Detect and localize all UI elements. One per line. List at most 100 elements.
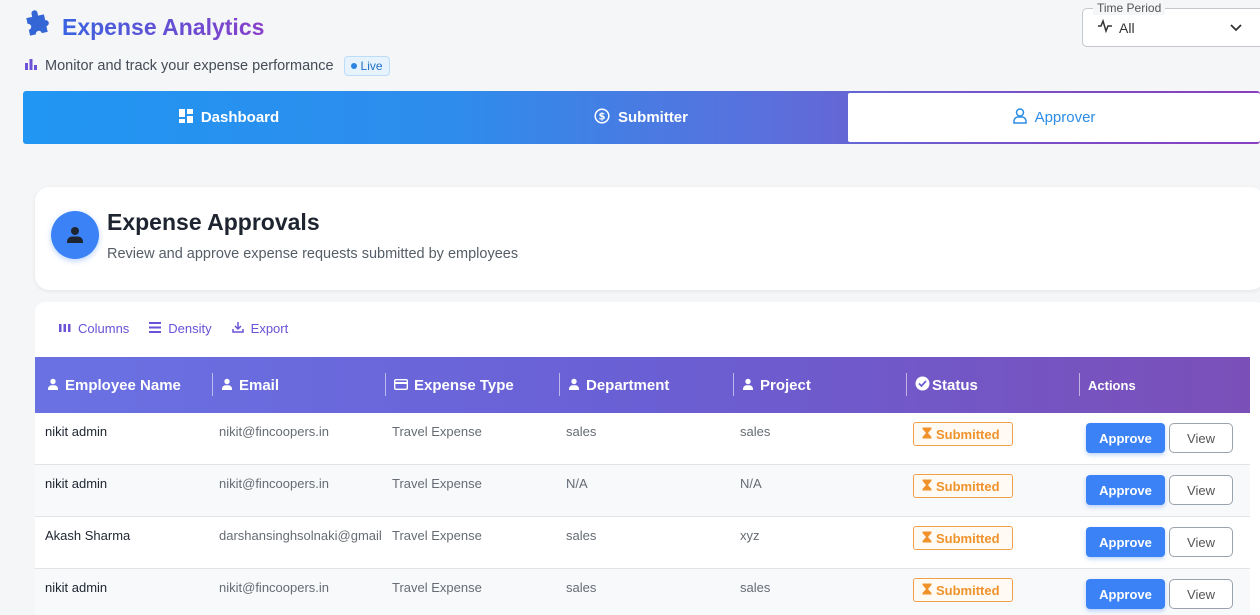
bar-chart-icon xyxy=(24,57,38,76)
cell-employee-name: nikit admin xyxy=(45,580,108,595)
tab-dashboard[interactable]: Dashboard xyxy=(23,91,435,144)
density-icon xyxy=(149,321,162,336)
check-circle-icon xyxy=(915,376,930,395)
column-separator xyxy=(733,373,734,396)
cell-employee-name: Akash Sharma xyxy=(45,528,131,543)
column-header-label: Actions xyxy=(1088,377,1136,393)
cell-email: nikit@fincoopers.in xyxy=(219,424,330,439)
column-header-actions: Actions xyxy=(1079,357,1136,413)
cell-email: darshansinghsolnaki@gmail.com xyxy=(219,528,383,543)
page-subtitle: Monitor and track your expense performan… xyxy=(45,58,334,74)
view-button[interactable]: View xyxy=(1169,475,1233,505)
puzzle-logo-icon xyxy=(22,10,52,45)
card-title: Expense Approvals xyxy=(107,209,320,235)
cell-department: sales xyxy=(566,424,597,439)
table-header: Employee Name Email Expense Type Departm… xyxy=(35,357,1250,413)
column-header-label: Department xyxy=(586,376,670,394)
cell-expense-type: Travel Expense xyxy=(392,528,482,543)
status-label: Submitted xyxy=(936,530,1000,546)
cell-project: xyz xyxy=(740,528,760,543)
approve-button[interactable]: Approve xyxy=(1086,527,1165,557)
columns-button[interactable]: Columns xyxy=(59,321,129,336)
column-separator xyxy=(1079,373,1080,396)
column-separator xyxy=(385,373,386,396)
column-header-project[interactable]: Project xyxy=(733,357,811,413)
column-header-label: Employee Name xyxy=(65,376,181,394)
status-label: Submitted xyxy=(936,582,1000,598)
download-icon xyxy=(231,321,244,336)
hourglass-icon xyxy=(922,583,932,598)
avatar xyxy=(51,211,99,259)
cell-department: sales xyxy=(566,580,597,595)
view-button[interactable]: View xyxy=(1169,423,1233,453)
column-header-email[interactable]: Email xyxy=(212,357,280,413)
dashboard-icon xyxy=(178,108,193,127)
tab-approver[interactable]: Approver xyxy=(848,93,1260,142)
hourglass-icon xyxy=(922,427,932,442)
view-button[interactable]: View xyxy=(1169,579,1233,609)
export-button[interactable]: Export xyxy=(231,321,289,336)
table-row[interactable]: nikit admin nikit@fincoopers.in Travel E… xyxy=(35,465,1250,517)
person-icon xyxy=(568,377,580,394)
approve-button[interactable]: Approve xyxy=(1086,423,1165,453)
column-header-status[interactable]: Status xyxy=(906,357,978,413)
activity-icon xyxy=(1097,18,1113,36)
svg-text:$: $ xyxy=(599,111,606,122)
cell-employee-name: nikit admin xyxy=(45,424,108,439)
cell-department: sales xyxy=(566,528,597,543)
live-badge-label: Live xyxy=(360,59,383,73)
tab-submitter[interactable]: $ Submitter xyxy=(435,91,847,144)
approve-button[interactable]: Approve xyxy=(1086,475,1165,505)
table-row[interactable]: nikit admin nikit@fincoopers.in Travel E… xyxy=(35,569,1250,615)
status-badge: Submitted xyxy=(913,578,1013,602)
cell-employee-name: nikit admin xyxy=(45,476,108,491)
column-header-label: Project xyxy=(760,376,811,394)
approve-button[interactable]: Approve xyxy=(1086,579,1165,609)
cell-project: sales xyxy=(740,424,771,439)
table-row[interactable]: nikit admin nikit@fincoopers.in Travel E… xyxy=(35,413,1250,465)
live-badge: Live xyxy=(343,56,390,76)
cell-email: nikit@fincoopers.in xyxy=(219,580,330,595)
person-icon xyxy=(1012,107,1027,128)
cell-expense-type: Travel Expense xyxy=(392,580,482,595)
app-title: Expense Analytics xyxy=(62,14,265,40)
tab-approver-label: Approver xyxy=(1034,109,1096,126)
status-badge: Submitted xyxy=(913,422,1013,446)
table-row[interactable]: Akash Sharma darshansinghsolnaki@gmail.c… xyxy=(35,517,1250,569)
person-icon xyxy=(742,377,754,394)
column-header-department[interactable]: Department xyxy=(559,357,670,413)
tab-submitter-label: Submitter xyxy=(617,109,688,126)
time-period-value: All xyxy=(1119,19,1135,36)
person-icon xyxy=(221,377,233,394)
density-button[interactable]: Density xyxy=(149,321,212,336)
status-badge: Submitted xyxy=(913,526,1013,550)
export-label: Export xyxy=(250,321,289,336)
card-subtitle: Review and approve expense requests subm… xyxy=(107,246,519,262)
status-badge: Submitted xyxy=(913,474,1013,498)
density-label: Density xyxy=(168,321,212,336)
column-separator xyxy=(212,373,213,396)
column-header-label: Status xyxy=(932,376,978,394)
cell-department: N/A xyxy=(566,476,588,491)
column-header-employee-name[interactable]: Employee Name xyxy=(47,357,181,413)
columns-icon xyxy=(59,321,71,336)
time-period-label: Time Period xyxy=(1093,1,1166,15)
column-header-expense-type[interactable]: Expense Type xyxy=(385,357,514,413)
credit-card-icon xyxy=(393,377,409,394)
time-period-select[interactable]: Time Period All xyxy=(1082,1,1260,47)
chevron-down-icon xyxy=(1229,21,1243,40)
user-icon xyxy=(67,227,83,243)
status-label: Submitted xyxy=(936,426,1000,442)
view-button[interactable]: View xyxy=(1169,527,1233,557)
column-separator xyxy=(559,373,560,396)
status-label: Submitted xyxy=(936,478,1000,494)
tab-dashboard-label: Dashboard xyxy=(200,109,280,126)
cell-email: nikit@fincoopers.in xyxy=(219,476,330,491)
dollar-circle-icon: $ xyxy=(594,107,610,128)
cell-expense-type: Travel Expense xyxy=(392,424,482,439)
column-header-label: Expense Type xyxy=(414,376,514,394)
column-separator xyxy=(906,373,907,396)
column-header-label: Email xyxy=(239,376,280,394)
cell-project: N/A xyxy=(740,476,762,491)
approvals-grid: Columns Density Export Employee Name Ema… xyxy=(35,302,1260,615)
